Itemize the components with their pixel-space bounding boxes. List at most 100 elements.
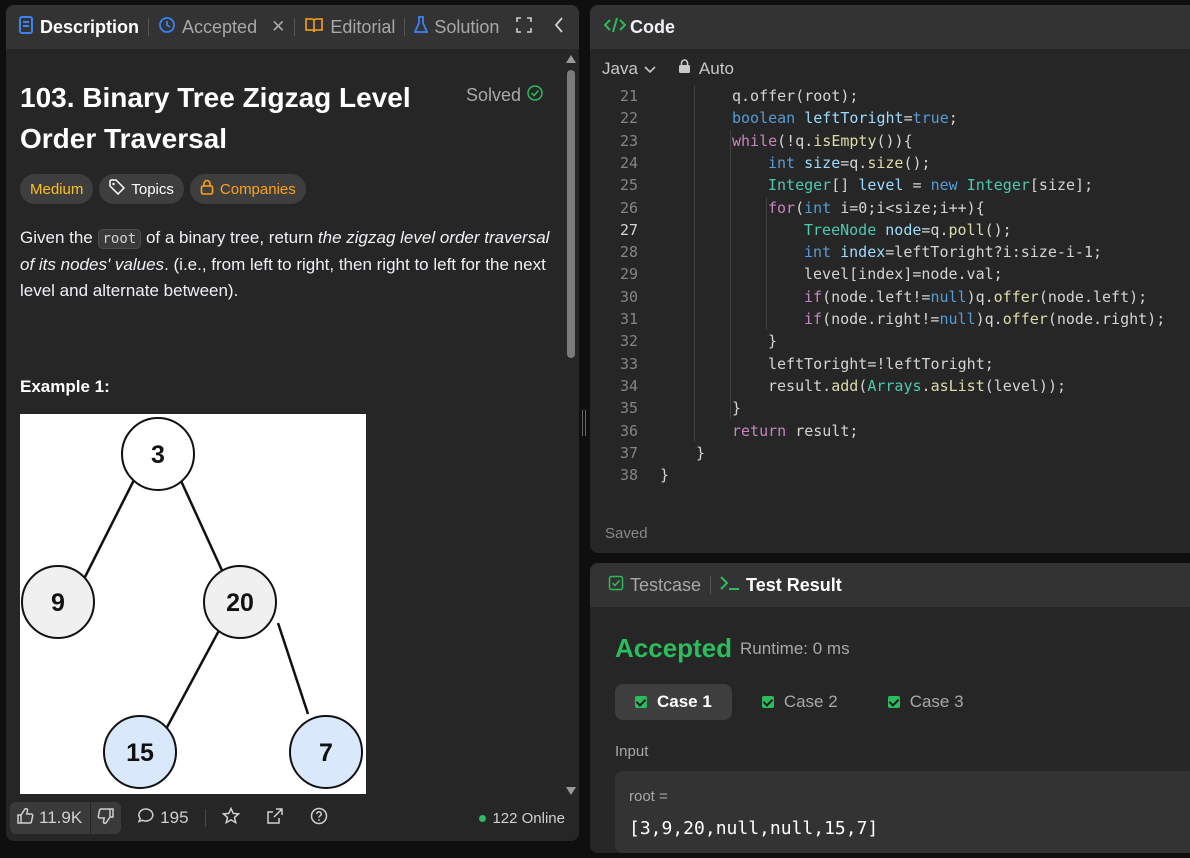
language-label: Java [602, 59, 638, 78]
tab-description-label: Description [40, 16, 140, 37]
code-line: 21 q.offer(root); [590, 85, 1190, 107]
tab-editorial[interactable]: Editorial [298, 17, 401, 38]
problem-description: Given the root of a binary tree, return … [20, 225, 550, 304]
code-token: node [876, 220, 922, 239]
code-text: int size=q.size(); [768, 152, 931, 174]
tab-accepted[interactable]: Accepted ✕ [152, 16, 291, 39]
code-token: offer [993, 287, 1039, 306]
code-panel: Code Java Auto 21 q.offer(root); 22 boolean… [590, 5, 1190, 553]
code-token: asList [930, 376, 985, 395]
code-token: boolean [732, 109, 796, 128]
line-number: 29 [619, 265, 638, 284]
code-token: int [804, 198, 832, 217]
topics-label: Topics [131, 180, 174, 198]
code-token: int [804, 243, 832, 262]
favorite-button[interactable] [216, 802, 246, 834]
checkbox-icon [608, 575, 624, 596]
language-select[interactable]: Java [602, 59, 656, 79]
chevron-left-icon[interactable] [554, 17, 564, 38]
example-heading: Example 1: [20, 377, 110, 396]
online-indicator: 122 Online [479, 810, 565, 827]
description-panel: Description Accepted ✕ Editorial Solutio… [6, 5, 579, 841]
code-token: ; [948, 109, 958, 128]
close-icon[interactable]: ✕ [271, 17, 285, 37]
difficulty-badge: Medium [20, 174, 94, 204]
difficulty-label: Medium [30, 180, 84, 198]
code-token: leftToright=!leftToright; [768, 354, 994, 373]
line-number: 36 [619, 421, 638, 440]
code-token: poll [948, 220, 985, 239]
case-tab-2[interactable]: Case 2 [742, 684, 858, 720]
like-button[interactable]: 11.9K [10, 802, 90, 834]
code-token: (level)); [984, 376, 1067, 395]
code-token: ( [795, 198, 805, 217]
code-text: if(node.left!=null)q.offer(node.left); [804, 286, 1147, 308]
code-token: (node.right!= [822, 310, 940, 328]
code-text: if(node.right!=null)q.offer(node.right); [804, 308, 1165, 330]
terminal-icon [720, 575, 740, 596]
line-number: 27 [619, 220, 638, 239]
tab-test-result-label: Test Result [746, 574, 842, 595]
star-icon [221, 806, 240, 830]
code-title: Code [630, 16, 675, 37]
code-line: 26 for(int i=0;i<size;i++){ [590, 197, 1190, 219]
scroll-down-arrow[interactable] [566, 787, 576, 795]
tab-solution[interactable]: Solution [408, 15, 500, 39]
tab-divider [294, 18, 296, 36]
line-number: 22 [619, 109, 638, 128]
code-token: leftToright [795, 109, 904, 128]
line-number: 37 [619, 443, 638, 462]
indent-guide [694, 85, 695, 442]
auto-mode-toggle[interactable]: Auto [678, 59, 734, 79]
input-variable-name: root = [629, 788, 668, 805]
code-token: TreeNode [804, 220, 877, 239]
line-number: 25 [619, 176, 638, 195]
share-button[interactable] [260, 802, 290, 834]
code-text: Integer[] level = new Integer[size]; [768, 174, 1093, 196]
code-token: . [921, 376, 931, 395]
code-token: index [831, 243, 886, 262]
comment-count: 195 [160, 808, 189, 827]
solved-label: Solved [466, 85, 522, 105]
code-line: 31 if(node.right!=null)q.offer(node.right… [590, 308, 1190, 330]
case-label: Case 2 [783, 692, 838, 711]
inline-code-root: root [97, 229, 142, 249]
thumbs-up-icon [16, 807, 34, 830]
code-editor[interactable]: 21 q.offer(root); 22 boolean leftToright=tr… [590, 85, 1190, 487]
code-token: (node.left); [1038, 287, 1148, 306]
case-tab-1[interactable]: Case 1 [615, 684, 732, 720]
topics-button[interactable]: Topics [99, 174, 184, 204]
tab-divider [148, 18, 150, 36]
panel-resize-handle[interactable] [582, 410, 586, 436]
code-token: Integer [768, 176, 832, 195]
tab-accepted-label: Accepted [182, 16, 258, 37]
code-text: } [660, 464, 669, 486]
line-number: 38 [619, 466, 638, 485]
code-token: isEmpty [813, 131, 877, 150]
history-icon [158, 16, 176, 39]
code-token: [size]; [1029, 176, 1094, 195]
line-number: 31 [619, 310, 638, 328]
comments-button[interactable]: 195 [131, 802, 194, 834]
tag-icon [109, 179, 126, 199]
tree-node-9-label: 9 [51, 589, 65, 617]
scroll-up-arrow[interactable] [566, 55, 576, 63]
dislike-button[interactable] [91, 802, 121, 834]
code-line: 27 TreeNode node=q.poll(); [590, 219, 1190, 241]
tab-testcase[interactable]: Testcase [602, 575, 707, 596]
maximize-icon[interactable] [516, 17, 532, 38]
line-number: 23 [619, 131, 638, 150]
companies-button[interactable]: Companies [189, 174, 306, 204]
tab-description[interactable]: Description [12, 15, 145, 39]
code-toolbar: Java Auto [590, 49, 1190, 89]
code-token: } [696, 443, 706, 462]
code-token: i=0;i<size;i++){ [831, 198, 985, 217]
case-tab-3[interactable]: Case 3 [868, 684, 984, 720]
code-token: new [930, 176, 958, 195]
help-button[interactable] [304, 802, 334, 834]
code-text: int index=leftToright?i:size-i-1; [804, 241, 1102, 263]
input-value: [3,9,20,null,null,15,7] [629, 818, 879, 839]
scroll-thumb[interactable] [567, 70, 575, 358]
tab-test-result[interactable]: Test Result [714, 575, 848, 596]
input-display: root = [3,9,20,null,null,15,7] [615, 771, 1190, 853]
